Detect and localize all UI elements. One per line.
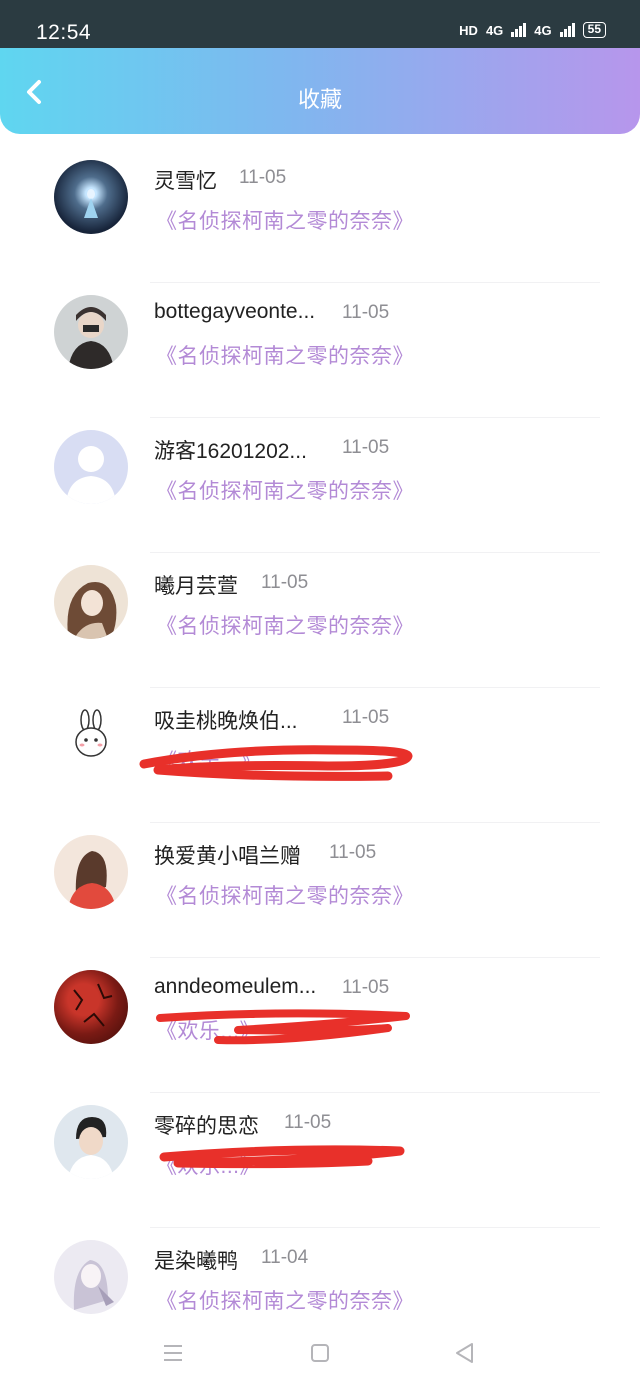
item-date: 11-05 [342,437,390,458]
item-date: 11-05 [342,302,390,323]
list-item[interactable]: 零碎的思恋 11-05 《欢乐...》 [0,1095,640,1230]
item-date: 11-05 [342,977,390,998]
item-date: 11-05 [239,167,287,188]
list-item[interactable]: bottegayveonte... 11-05 《名侦探柯南之零的奈奈》 [0,285,640,420]
status-bar: 12:54 HD 4G 4G 55 [0,0,640,52]
signal-1-icon [511,23,527,37]
list-item[interactable]: 游客16201202... 11-05 《名侦探柯南之零的奈奈》 [0,420,640,555]
item-subtitle[interactable]: 《名侦探柯南之零的奈奈》 [156,880,414,910]
list-item[interactable]: 曦月芸萱 11-05 《名侦探柯南之零的奈奈》 [0,555,640,690]
divider [150,687,600,688]
network-1-label: 4G [485,22,504,38]
item-subtitle[interactable]: 《名侦探柯南之零的奈奈》 [156,475,414,505]
avatar [54,160,128,234]
item-date: 11-05 [284,1112,332,1133]
user-name: 曦月芸萱 [154,575,238,598]
redaction-scribble [139,745,413,781]
signal-2-icon [559,23,575,37]
status-icons: HD 4G 4G 55 [459,22,606,38]
item-date: 11-04 [261,1247,309,1268]
divider [150,822,600,823]
status-time: 12:54 [36,21,92,44]
item-subtitle[interactable]: 《名侦探柯南之零的奈奈》 [156,340,414,370]
item-date: 11-05 [261,572,309,593]
user-name: bottegayveonte... [154,300,316,323]
divider [150,417,600,418]
redaction-scribble [159,1145,405,1169]
hd-indicator: HD [459,22,478,38]
divider [150,1092,600,1093]
avatar [54,1105,128,1179]
user-name: 游客16201202... [154,440,307,463]
header-bar: 收藏 [0,48,640,134]
list-item[interactable]: 灵雪忆 11-05 《名侦探柯南之零的奈奈》 [0,150,640,285]
redaction-scribble [156,1009,410,1045]
user-name: anndeomeulem... [154,975,317,998]
list-item[interactable]: anndeomeulem... 11-05 《欢乐...》 [0,960,640,1095]
divider [150,1227,600,1228]
avatar [54,700,128,774]
avatar [54,970,128,1044]
list-item[interactable]: 换爱黄小唱兰赠 11-05 《名侦探柯南之零的奈奈》 [0,825,640,960]
avatar [54,1240,128,1314]
item-subtitle[interactable]: 《名侦探柯南之零的奈奈》 [156,205,414,235]
home-icon[interactable] [307,1340,333,1366]
avatar [54,565,128,639]
user-name: 是染曦鸭 [154,1250,238,1273]
network-2-label: 4G [534,22,552,38]
item-subtitle[interactable]: 《名侦探柯南之零的奈奈》 [156,1285,414,1315]
avatar [54,835,128,909]
menu-icon[interactable] [160,1340,186,1366]
divider [150,552,600,553]
list-item[interactable]: 吸圭桃晚焕伯... 11-05 《欢乐...》 [0,690,640,825]
user-name: 换爱黄小唱兰赠 [154,845,301,868]
divider [150,957,600,958]
item-subtitle[interactable]: 《名侦探柯南之零的奈奈》 [156,610,414,640]
page-title: 收藏 [297,87,342,112]
battery-icon: 55 [582,22,606,38]
item-date: 11-05 [329,842,377,863]
avatar [54,295,128,369]
divider [150,282,600,283]
user-name: 灵雪忆 [154,170,217,193]
avatar [54,430,128,504]
back-triangle-icon[interactable] [452,1340,478,1366]
system-nav-bar [0,1318,640,1387]
